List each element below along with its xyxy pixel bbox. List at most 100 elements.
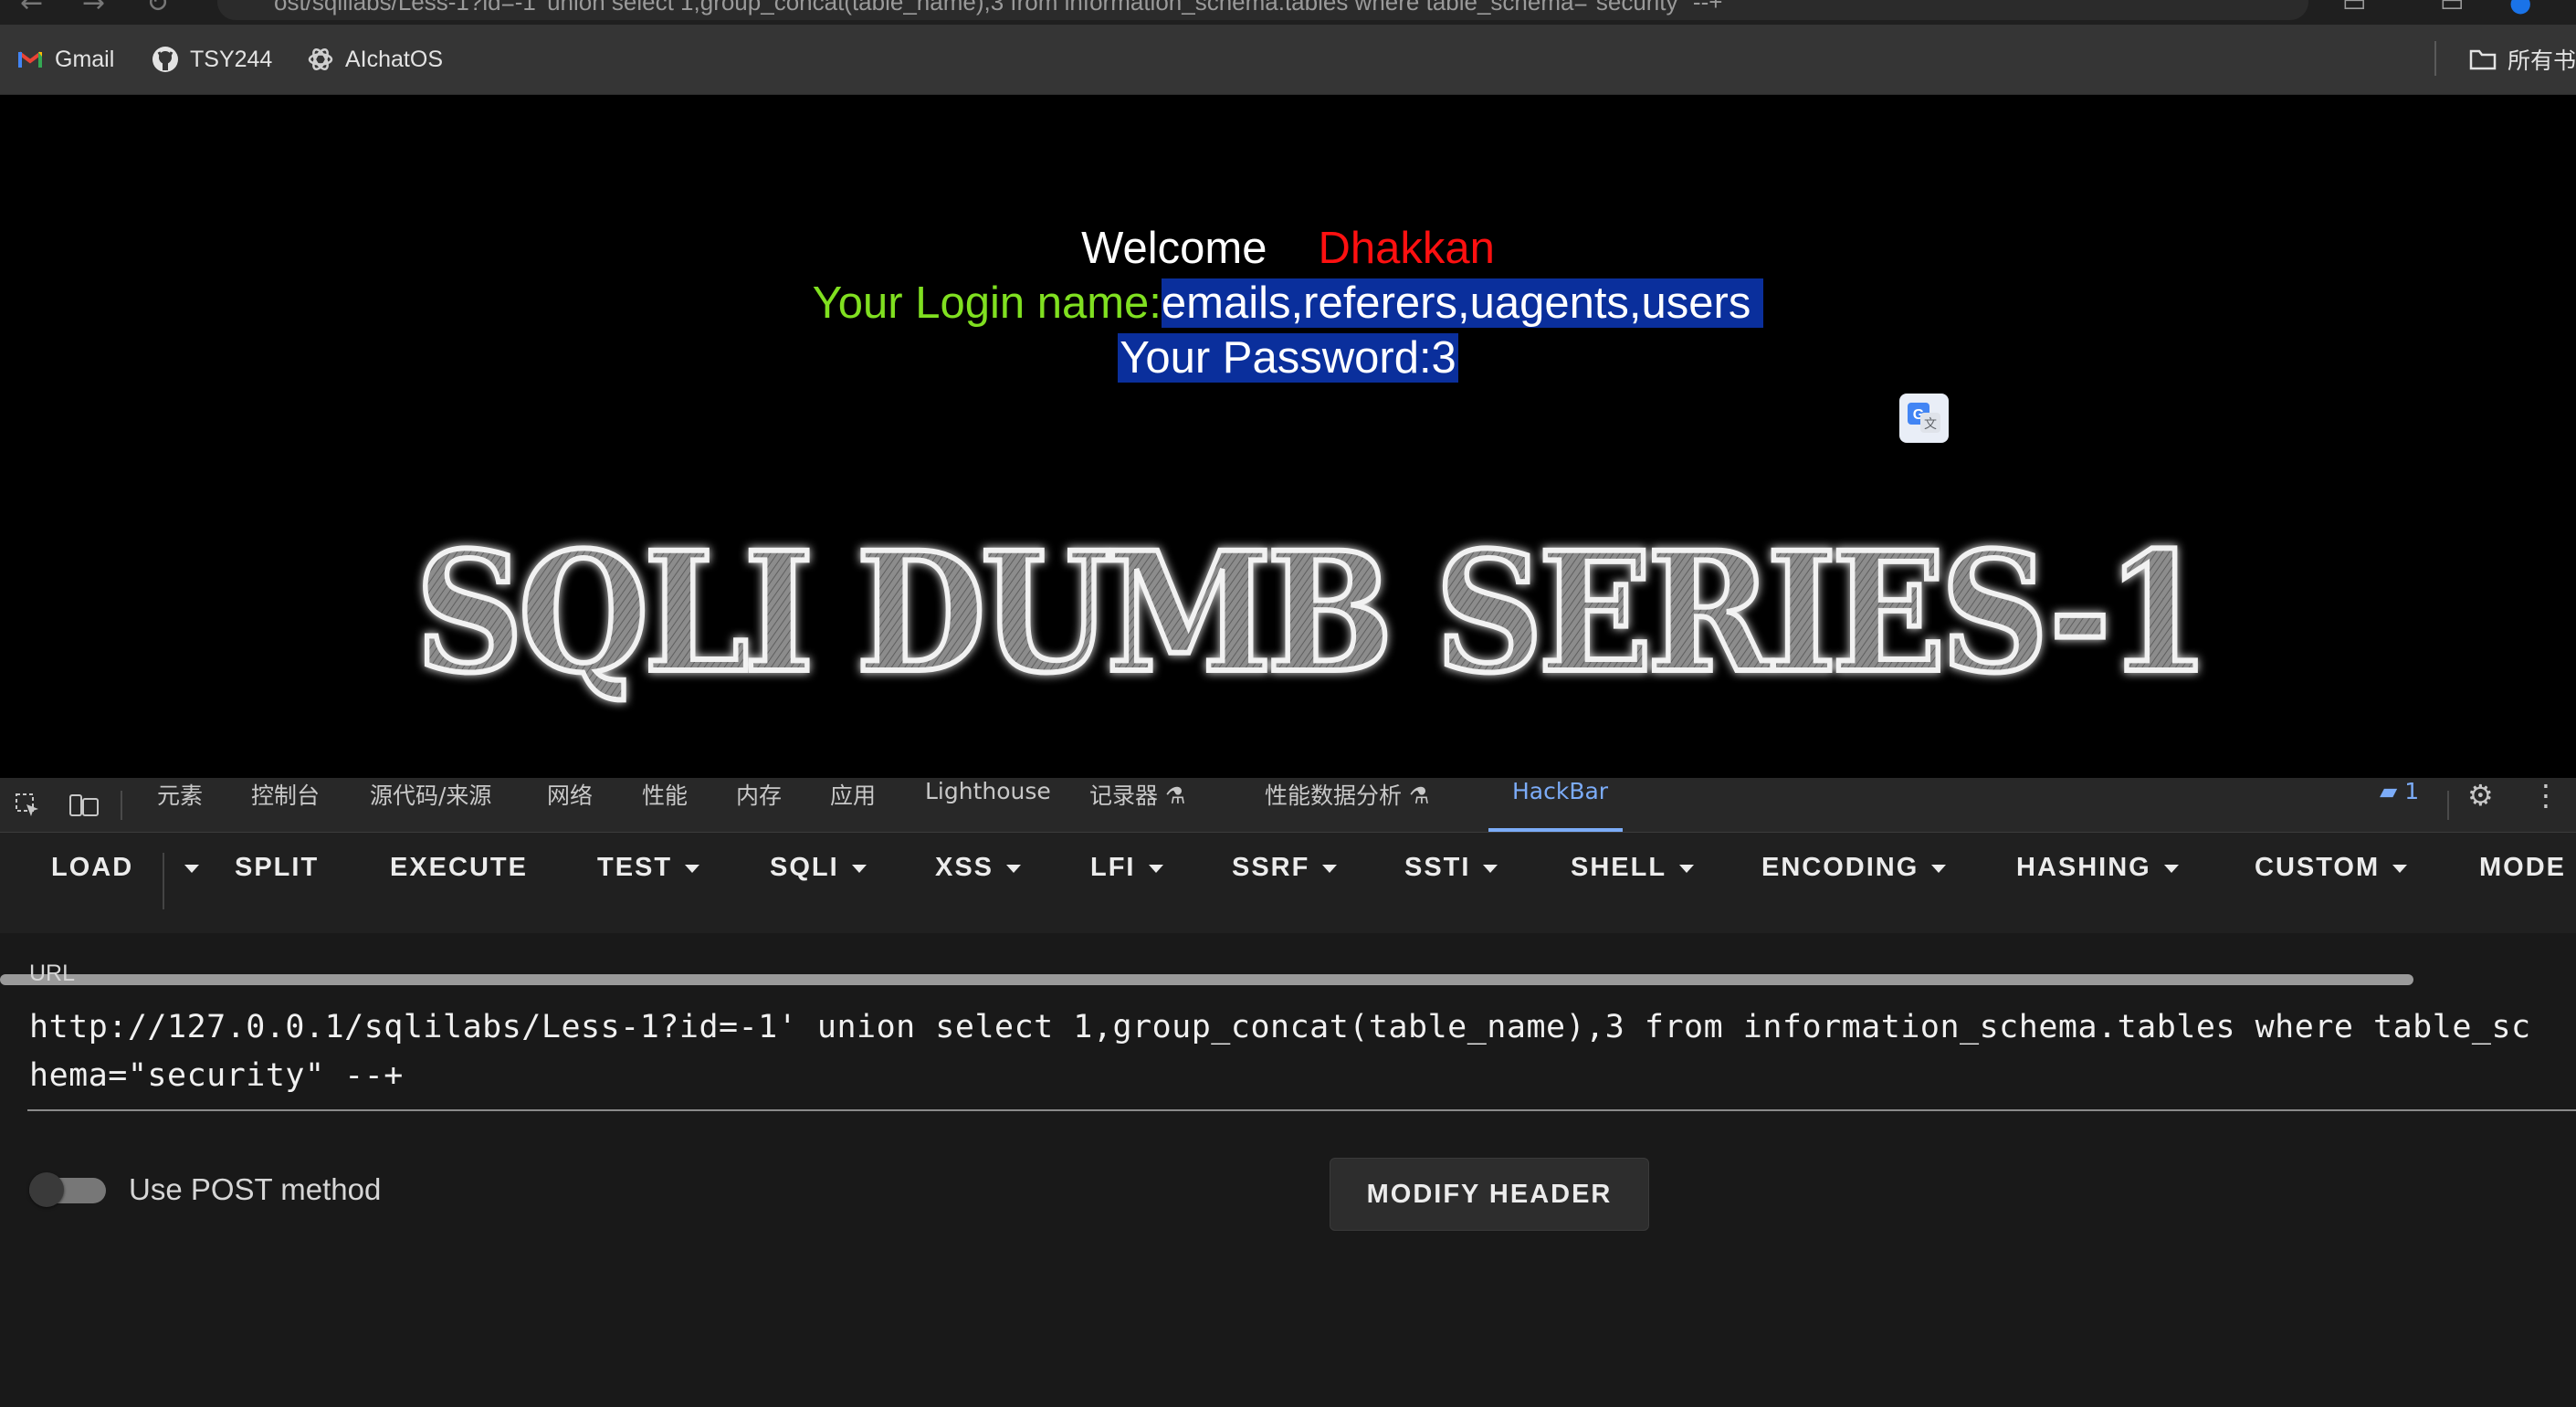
tab-network[interactable]: 网络 [547,778,593,832]
welcome-name: Dhakkan [1318,224,1495,273]
modify-header-button[interactable]: MODIFY HEADER [1330,1158,1649,1231]
password-line: Your Password:3 [0,332,2576,383]
tab-elements[interactable]: 元素 [157,778,203,832]
tab-insights-label: 性能数据分析 [1265,782,1403,809]
chevron-down-icon [1931,864,1947,873]
login-line: Your Login name:emails,referers,uagents,… [0,278,2576,329]
hackbar-toolbar: LOAD SPLIT EXECUTE TEST SQLI XSS LFI SSR… [0,833,2576,985]
encoding-label: ENCODING [1761,853,1919,882]
chevron-down-icon [184,864,199,873]
issues-badge[interactable]: ▰ 1 [2380,778,2419,832]
openai-icon [307,46,334,73]
load-split-divider [163,853,164,909]
flask-icon: ⚗ [1408,782,1430,809]
inspect-icon[interactable] [11,789,44,822]
lfi-menu-button[interactable]: LFI [1090,853,1163,909]
load-dropdown-button[interactable] [172,853,199,909]
tab-sources[interactable]: 源代码/来源 [370,778,491,832]
xss-menu-button[interactable]: XSS [935,853,1022,909]
reload-icon[interactable]: ↻ [146,0,169,19]
bookmark-label: AIchatOS [345,46,443,72]
mode-menu-button[interactable]: MODE [2479,853,2566,909]
ssrf-menu-button[interactable]: SSRF [1232,853,1338,909]
forward-icon[interactable]: → [82,0,105,19]
tab-hackbar[interactable]: HackBar [1512,778,1608,832]
chevron-down-icon [685,864,700,873]
encoding-menu-button[interactable]: ENCODING [1761,853,1947,909]
svg-text:文: 文 [1924,417,1937,432]
browser-toolbar: ← → ↻ ost/sqlilabs/Less-1?id=-1' union s… [0,0,2576,25]
bookmarks-bar: Gmail TSY244 AIchatOS 所有书 [0,25,2576,95]
tab-recorder[interactable]: 记录器 ⚗ [1089,778,1185,832]
toggle-knob [29,1172,64,1207]
hashing-menu-button[interactable]: HASHING [2016,853,2179,909]
custom-menu-button[interactable]: CUSTOM [2255,853,2408,909]
all-bookmarks-label: 所有书 [2508,48,2576,74]
device-toolbar-icon[interactable] [68,789,100,822]
more-options-icon[interactable]: ⋮ [2531,778,2560,832]
translate-icon[interactable]: G 文 [1899,394,1949,443]
tab-lighthouse[interactable]: Lighthouse [925,778,1051,832]
tab-performance[interactable]: 性能 [642,778,688,832]
welcome-line: Welcome Dhakkan [0,223,2576,274]
settings-icon[interactable]: ⚙ [2467,778,2494,832]
tabbar-divider [121,791,122,820]
ssti-menu-button[interactable]: SSTI [1404,853,1498,909]
post-method-toggle[interactable] [29,1172,106,1207]
load-button[interactable]: LOAD [51,853,133,909]
tab-recorder-label: 记录器 [1089,782,1159,809]
test-label: TEST [597,853,673,882]
chevron-down-icon [2392,864,2408,873]
ssti-label: SSTI [1404,853,1471,882]
minimize-icon[interactable]: ▭ [2342,0,2366,17]
xss-label: XSS [935,853,994,882]
all-bookmarks-button[interactable]: 所有书 [2469,25,2576,94]
chevron-down-icon [1006,864,1022,873]
bookmark-aichatos[interactable]: AIchatOS [307,25,443,94]
restore-icon[interactable]: ▭ [2440,0,2464,17]
execute-button[interactable]: EXECUTE [390,853,528,909]
svg-text:SQLI DUMB SERIES-1: SQLI DUMB SERIES-1 [415,517,2205,709]
login-label: Your Login name: [812,278,1162,328]
address-bar[interactable]: ost/sqlilabs/Less-1?id=-1' union select … [217,0,2308,20]
bookmark-label: Gmail [55,46,115,72]
bookmark-label: TSY244 [190,46,273,72]
shell-label: SHELL [1571,853,1667,882]
split-button[interactable]: SPLIT [235,853,319,909]
chevron-down-icon [2163,864,2179,873]
sqli-menu-button[interactable]: SQLI [770,853,867,909]
profile-avatar[interactable]: ● [2509,0,2531,17]
tab-console[interactable]: 控制台 [251,778,320,832]
issues-count: 1 [2404,778,2420,804]
ssrf-label: SSRF [1232,853,1310,882]
tab-memory[interactable]: 内存 [736,778,782,832]
sqli-label: SQLI [770,853,839,882]
github-icon [152,46,179,73]
back-icon[interactable]: ← [20,0,43,19]
chevron-down-icon [1483,864,1498,873]
shell-menu-button[interactable]: SHELL [1571,853,1695,909]
folder-icon [2469,46,2497,73]
devtools-panel: 元素 控制台 源代码/来源 网络 性能 内存 应用 Lighthouse 记录器… [0,778,2576,1407]
bookmark-tsy244[interactable]: TSY244 [152,25,272,94]
bookmark-gmail[interactable]: Gmail [16,25,114,94]
url-input-underline [27,1109,2576,1111]
flask-icon: ⚗ [1164,782,1186,809]
test-menu-button[interactable]: TEST [597,853,700,909]
tab-performance-insights[interactable]: 性能数据分析 ⚗ [1265,778,1429,832]
url-input[interactable]: http://127.0.0.1/sqlilabs/Less-1?id=-1' … [29,1003,2550,1104]
chevron-down-icon [851,864,867,873]
active-tab-indicator [1488,828,1623,832]
devtools-tabbar: 元素 控制台 源代码/来源 网络 性能 内存 应用 Lighthouse 记录器… [0,778,2576,833]
tabbar-divider [2447,791,2449,820]
post-method-label: Use POST method [129,1172,382,1206]
welcome-label: Welcome [1081,224,1267,273]
lfi-label: LFI [1090,853,1136,882]
toolbar-scrollbar[interactable] [0,974,2413,985]
bookmarks-divider [2434,41,2436,76]
address-text: ost/sqlilabs/Less-1?id=-1' union select … [274,0,1723,16]
hashing-label: HASHING [2016,853,2151,882]
chevron-down-icon [1148,864,1163,873]
gmail-icon [16,46,44,73]
tab-application[interactable]: 应用 [830,778,876,832]
